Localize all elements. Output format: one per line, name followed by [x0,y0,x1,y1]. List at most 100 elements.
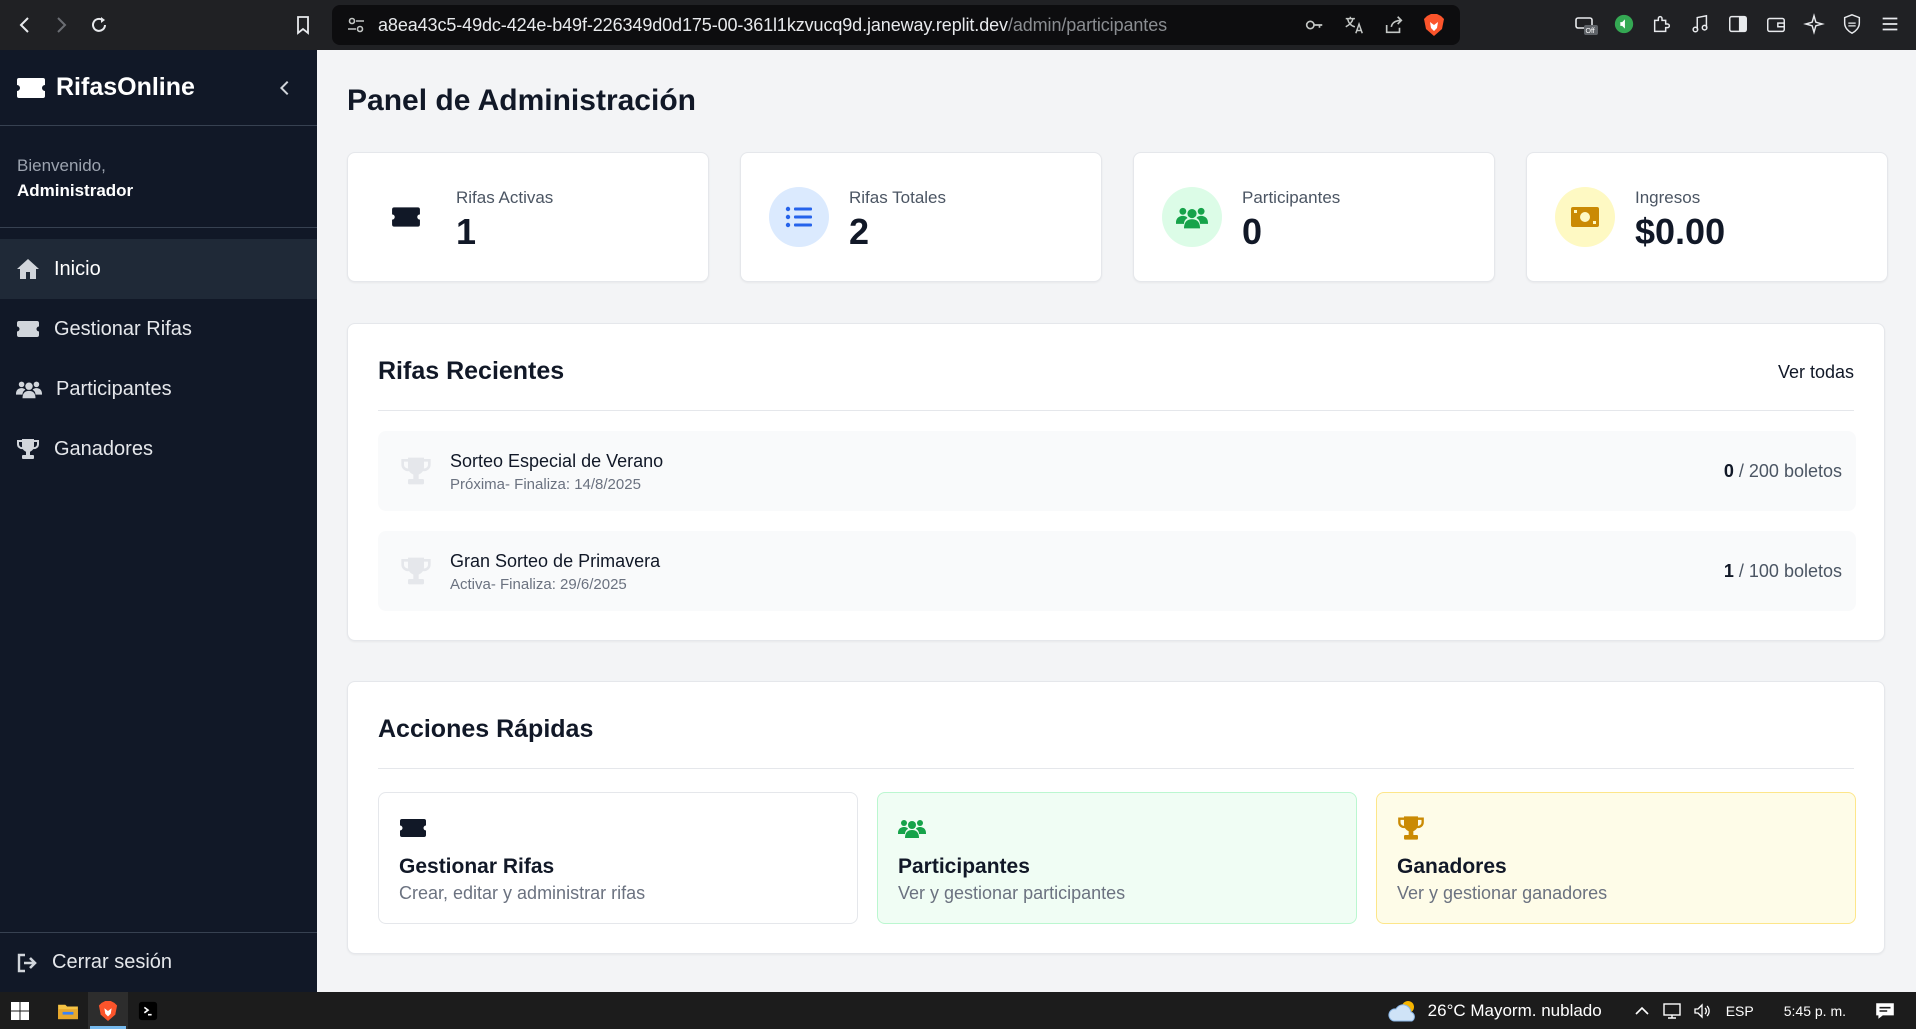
trophy-icon [16,438,40,460]
ticket-icon [16,318,40,340]
list-item[interactable]: Gran Sorteo de Primavera Activa- Finaliz… [378,531,1856,611]
extensions-icon[interactable] [1650,12,1674,36]
divider [378,768,1854,769]
stat-label: Rifas Activas [456,188,554,207]
stat-label: Participantes [1242,188,1341,207]
address-bar[interactable]: a8ea43c5-49dc-424e-b49f-226349d0d175-00-… [332,5,1460,45]
wallet-icon[interactable] [1764,12,1788,36]
page-title: Panel de Administración [347,84,696,117]
action-description: Ver y gestionar ganadores [1397,883,1608,903]
weather-text[interactable]: 26°C Mayorm. nublado [1428,1001,1602,1021]
sidebar-item-inicio[interactable]: Inicio [0,239,317,299]
bookmark-icon[interactable] [288,10,318,40]
network-icon[interactable] [1662,1001,1682,1021]
raffle-meta: Activa- Finaliza: 29/6/2025 [450,576,627,593]
quick-action-ganadores[interactable]: Ganadores Ver y gestionar ganadores [1376,792,1856,924]
quick-action-gestionar-rifas[interactable]: Gestionar Rifas Crear, editar y administ… [378,792,858,924]
stat-label: Rifas Totales [849,188,947,207]
vpn-shield-icon[interactable] [1840,12,1864,36]
taskbar: 26°C Mayorm. nublado ESP 5:45 p. m. [0,992,1916,1029]
raffle-status: Activa [450,576,491,593]
audio-extension-icon[interactable] [1612,12,1636,36]
chevron-up-icon[interactable] [1632,1001,1652,1021]
sidebar-item-gestionar-rifas[interactable]: Gestionar Rifas [0,299,317,359]
leo-ai-icon[interactable] [1802,12,1826,36]
volume-icon[interactable] [1692,1001,1712,1021]
stat-card-participantes: Participantes 0 [1133,152,1495,282]
key-icon[interactable] [1302,13,1326,37]
stat-label: Ingresos [1635,188,1701,207]
home-icon [16,258,40,280]
vpn-off-icon[interactable]: Off [1574,12,1598,36]
brave-shield-icon[interactable] [1422,13,1446,37]
logout-label: Cerrar sesión [52,951,173,973]
system-tray: 26°C Mayorm. nublado ESP 5:45 p. m. [1388,992,1916,1029]
raffle-status: Próxima [450,476,506,493]
raffle-name: Sorteo Especial de Verano [450,451,664,471]
raffle-meta: Próxima- Finaliza: 14/8/2025 [450,476,641,493]
windows-start-icon[interactable] [2,992,38,1029]
logout-button[interactable]: Cerrar sesión [0,932,317,992]
stat-card-rifas-activas: Rifas Activas 1 [347,152,709,282]
weather-cloudy-icon [1388,1000,1415,1021]
trophy-icon [1398,816,1424,840]
sidebar-item-ganadores[interactable]: Ganadores [0,419,317,479]
terminal-app-icon[interactable] [128,992,168,1029]
browser-toolbar: a8ea43c5-49dc-424e-b49f-226349d0d175-00-… [0,0,1916,50]
sidebar-item-label: Participantes [56,377,172,400]
share-icon[interactable] [1382,13,1406,37]
forward-icon[interactable] [46,10,76,40]
sidebar: RifasOnline Bienvenido, Administrador In… [0,50,317,992]
stat-value: 2 [849,211,870,252]
list-icon [769,187,829,247]
raffle-end-date: - Finaliza: 14/8/2025 [505,476,641,493]
url-text: a8ea43c5-49dc-424e-b49f-226349d0d175-00-… [378,14,1168,35]
menu-icon[interactable] [1878,12,1902,36]
stat-value: $0.00 [1635,211,1726,252]
back-icon[interactable] [10,10,40,40]
language-indicator[interactable]: ESP [1726,1003,1754,1019]
sidebar-nav: Inicio Gestionar Rifas Participantes Gan… [0,228,317,479]
stat-value: 0 [1242,211,1263,252]
ticket-icon [17,77,45,98]
collapse-sidebar-button[interactable] [271,74,299,102]
raffle-ticket-count: 0 / 200 boletos [1723,461,1842,481]
divider [378,410,1854,411]
stat-card-ingresos: Ingresos $0.00 [1526,152,1888,282]
money-icon [1555,187,1615,247]
clock[interactable]: 5:45 p. m. [1784,1003,1846,1019]
brave-browser-icon[interactable] [88,992,128,1029]
list-item[interactable]: Sorteo Especial de Verano Próxima- Final… [378,431,1856,511]
sidebar-item-label: Inicio [54,257,101,280]
reload-icon[interactable] [84,10,114,40]
quick-action-participantes[interactable]: Participantes Ver y gestionar participan… [877,792,1357,924]
view-all-link[interactable]: Ver todas [1778,362,1854,383]
action-title: Participantes [898,855,1030,878]
ticket-icon [400,819,426,837]
music-icon[interactable] [1688,12,1712,36]
action-title: Gestionar Rifas [399,855,555,878]
users-icon [16,378,42,400]
sidebar-item-participantes[interactable]: Participantes [0,359,317,419]
site-settings-icon[interactable] [346,15,366,35]
action-description: Ver y gestionar participantes [898,883,1126,903]
trophy-icon [401,457,431,485]
panel-title: Acciones Rápidas [378,715,594,743]
ticket-icon [376,187,436,247]
raffle-name: Gran Sorteo de Primavera [450,551,661,571]
stat-card-rifas-totales: Rifas Totales 2 [740,152,1102,282]
sidebar-item-label: Ganadores [54,437,153,460]
action-title: Ganadores [1397,855,1507,878]
raffle-ticket-count: 1 / 100 boletos [1723,561,1842,581]
translate-icon[interactable] [1342,13,1366,37]
notifications-icon[interactable] [1874,1000,1896,1022]
raffle-end-date: - Finaliza: 29/6/2025 [490,576,627,593]
welcome-block: Bienvenido, Administrador [0,126,317,228]
recent-raffles-panel: Rifas Recientes Ver todas Sorteo Especia… [347,323,1885,641]
trophy-icon [401,557,431,585]
file-explorer-icon[interactable] [48,992,88,1029]
welcome-label: Bienvenido, [17,156,106,175]
quick-actions-panel: Acciones Rápidas Gestionar Rifas Crear, … [347,681,1885,954]
users-icon [1162,187,1222,247]
sidebar-toggle-icon[interactable] [1726,12,1750,36]
